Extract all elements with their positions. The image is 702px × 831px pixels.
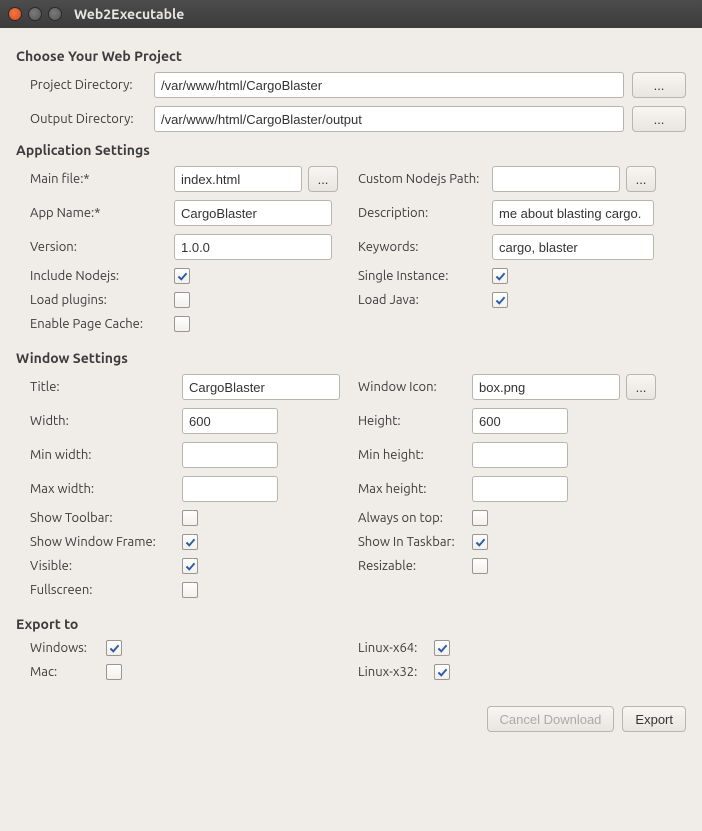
maxwidth-input[interactable] — [182, 476, 278, 502]
always-on-top-checkbox[interactable] — [472, 510, 488, 526]
window-title: Web2Executable — [74, 6, 184, 22]
app-name-input[interactable] — [174, 200, 332, 226]
enable-cache-checkbox[interactable] — [174, 316, 190, 332]
section-choose-project: Choose Your Web Project — [16, 48, 686, 64]
maxheight-label: Max height: — [358, 482, 472, 496]
section-window-settings: Window Settings — [16, 350, 686, 366]
output-directory-label: Output Directory: — [30, 112, 154, 126]
project-directory-label: Project Directory: — [30, 78, 154, 92]
show-taskbar-checkbox[interactable] — [472, 534, 488, 550]
window-maximize-button[interactable] — [48, 7, 62, 21]
single-instance-checkbox[interactable] — [492, 268, 508, 284]
height-label: Height: — [358, 414, 472, 428]
custom-node-label: Custom Nodejs Path: — [358, 172, 492, 186]
width-label: Width: — [30, 414, 182, 428]
project-directory-input[interactable] — [154, 72, 624, 98]
export-windows-label: Windows: — [30, 641, 106, 655]
show-frame-checkbox[interactable] — [182, 534, 198, 550]
width-input[interactable] — [182, 408, 278, 434]
version-label: Version: — [30, 240, 174, 254]
title-label: Title: — [30, 380, 182, 394]
project-directory-browse-button[interactable]: ... — [632, 72, 686, 98]
version-input[interactable] — [174, 234, 332, 260]
export-button[interactable]: Export — [622, 706, 686, 732]
output-directory-input[interactable] — [154, 106, 624, 132]
window-icon-label: Window Icon: — [358, 380, 472, 394]
export-linux64-label: Linux-x64: — [358, 641, 434, 655]
section-app-settings: Application Settings — [16, 142, 686, 158]
load-plugins-label: Load plugins: — [30, 293, 174, 307]
cancel-download-button: Cancel Download — [487, 706, 615, 732]
custom-node-browse-button[interactable]: ... — [626, 166, 656, 192]
window-minimize-button[interactable] — [28, 7, 42, 21]
maxwidth-label: Max width: — [30, 482, 182, 496]
single-instance-label: Single Instance: — [358, 269, 492, 283]
export-linux32-checkbox[interactable] — [434, 664, 450, 680]
description-input[interactable] — [492, 200, 654, 226]
show-taskbar-label: Show In Taskbar: — [358, 535, 472, 549]
height-input[interactable] — [472, 408, 568, 434]
always-on-top-label: Always on top: — [358, 511, 472, 525]
window-icon-input[interactable] — [472, 374, 620, 400]
export-linux64-checkbox[interactable] — [434, 640, 450, 656]
custom-node-input[interactable] — [492, 166, 620, 192]
app-name-label: App Name:* — [30, 206, 174, 220]
keywords-label: Keywords: — [358, 240, 492, 254]
main-file-label: Main file:* — [30, 172, 174, 186]
load-java-checkbox[interactable] — [492, 292, 508, 308]
titlebar: Web2Executable — [0, 0, 702, 28]
fullscreen-checkbox[interactable] — [182, 582, 198, 598]
title-input[interactable] — [182, 374, 340, 400]
window-close-button[interactable] — [8, 7, 22, 21]
section-export-to: Export to — [16, 616, 686, 632]
load-plugins-checkbox[interactable] — [174, 292, 190, 308]
enable-cache-label: Enable Page Cache: — [30, 317, 174, 331]
export-windows-checkbox[interactable] — [106, 640, 122, 656]
maxheight-input[interactable] — [472, 476, 568, 502]
show-toolbar-label: Show Toolbar: — [30, 511, 182, 525]
export-mac-label: Mac: — [30, 665, 106, 679]
resizable-label: Resizable: — [358, 559, 472, 573]
minwidth-input[interactable] — [182, 442, 278, 468]
show-frame-label: Show Window Frame: — [30, 535, 182, 549]
description-label: Description: — [358, 206, 492, 220]
fullscreen-label: Fullscreen: — [30, 583, 182, 597]
show-toolbar-checkbox[interactable] — [182, 510, 198, 526]
minwidth-label: Min width: — [30, 448, 182, 462]
include-nodejs-label: Include Nodejs: — [30, 269, 174, 283]
keywords-input[interactable] — [492, 234, 654, 260]
output-directory-browse-button[interactable]: ... — [632, 106, 686, 132]
load-java-label: Load Java: — [358, 293, 492, 307]
minheight-label: Min height: — [358, 448, 472, 462]
main-file-browse-button[interactable]: ... — [308, 166, 338, 192]
export-linux32-label: Linux-x32: — [358, 665, 434, 679]
window-icon-browse-button[interactable]: ... — [626, 374, 656, 400]
minheight-input[interactable] — [472, 442, 568, 468]
main-file-input[interactable] — [174, 166, 302, 192]
include-nodejs-checkbox[interactable] — [174, 268, 190, 284]
export-mac-checkbox[interactable] — [106, 664, 122, 680]
visible-label: Visible: — [30, 559, 182, 573]
visible-checkbox[interactable] — [182, 558, 198, 574]
resizable-checkbox[interactable] — [472, 558, 488, 574]
